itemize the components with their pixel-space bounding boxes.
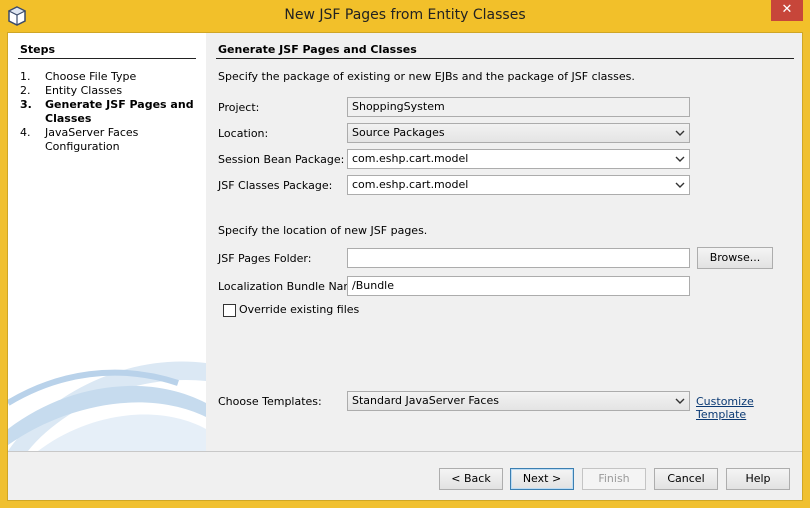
- session-bean-package-combo[interactable]: com.eshp.cart.model: [347, 149, 690, 169]
- pages-description: Specify the location of new JSF pages.: [218, 224, 428, 237]
- step-item-current: 3. Generate JSF Pages and Classes: [20, 98, 200, 126]
- chevron-down-icon: [675, 182, 685, 188]
- steps-list: 1. Choose File Type 2. Entity Classes 3.…: [20, 70, 200, 154]
- help-button[interactable]: Help: [726, 468, 790, 490]
- location-label: Location:: [218, 127, 269, 140]
- heading-divider: [216, 58, 794, 59]
- step-label: Generate JSF Pages and Classes: [45, 98, 194, 125]
- localization-bundle-label: Localization Bundle Name:: [218, 280, 365, 293]
- location-value: Source Packages: [352, 126, 445, 139]
- localization-bundle-input[interactable]: /Bundle: [347, 276, 690, 296]
- chevron-down-icon: [675, 398, 685, 404]
- steps-divider: [18, 58, 196, 59]
- override-checkbox[interactable]: [223, 304, 236, 317]
- override-label[interactable]: Override existing files: [239, 303, 359, 316]
- step-label: JavaServer Faces Configuration: [45, 126, 139, 153]
- step-label: Choose File Type: [45, 70, 137, 83]
- decorative-swirl-graphic: [8, 361, 206, 451]
- session-bean-package-label: Session Bean Package:: [218, 153, 345, 166]
- footer-divider: [8, 451, 802, 452]
- package-description: Specify the package of existing or new E…: [218, 70, 635, 83]
- chevron-down-icon: [675, 156, 685, 162]
- customize-template-link[interactable]: Customize Template: [696, 395, 802, 421]
- step-label: Entity Classes: [45, 84, 123, 97]
- title-bar[interactable]: New JSF Pages from Entity Classes ✕: [0, 0, 810, 32]
- steps-heading: Steps: [20, 43, 56, 56]
- close-icon[interactable]: ✕: [782, 2, 793, 17]
- page-heading: Generate JSF Pages and Classes: [218, 43, 417, 56]
- step-number: 1.: [20, 70, 31, 83]
- step-item: 4. JavaServer Faces Configuration: [20, 126, 200, 154]
- jsf-classes-package-value: com.eshp.cart.model: [352, 178, 469, 191]
- project-field[interactable]: ShoppingSystem: [347, 97, 690, 117]
- templates-value: Standard JavaServer Faces: [352, 394, 499, 407]
- jsf-pages-folder-label: JSF Pages Folder:: [218, 252, 312, 265]
- step-item: 2. Entity Classes: [20, 84, 200, 98]
- dialog-window: New JSF Pages from Entity Classes ✕ Step…: [0, 0, 810, 508]
- cancel-button[interactable]: Cancel: [654, 468, 718, 490]
- step-number: 3.: [20, 98, 32, 111]
- step-number: 4.: [20, 126, 31, 139]
- jsf-classes-package-label: JSF Classes Package:: [218, 179, 333, 192]
- step-number: 2.: [20, 84, 31, 97]
- steps-panel: Steps 1. Choose File Type 2. Entity Clas…: [8, 33, 206, 451]
- window-title: New JSF Pages from Entity Classes: [284, 7, 526, 23]
- next-button[interactable]: Next >: [510, 468, 574, 490]
- browse-button[interactable]: Browse...: [697, 247, 773, 269]
- finish-button[interactable]: Finish: [582, 468, 646, 490]
- step-item: 1. Choose File Type: [20, 70, 200, 84]
- session-bean-package-value: com.eshp.cart.model: [352, 152, 469, 165]
- project-label: Project:: [218, 101, 260, 114]
- back-button[interactable]: < Back: [439, 468, 503, 490]
- chevron-down-icon: [675, 130, 685, 136]
- jsf-classes-package-combo[interactable]: com.eshp.cart.model: [347, 175, 690, 195]
- main-content: Generate JSF Pages and Classes Specify t…: [206, 33, 802, 451]
- close-button[interactable]: ✕: [771, 0, 803, 21]
- templates-dropdown[interactable]: Standard JavaServer Faces: [347, 391, 690, 411]
- location-dropdown[interactable]: Source Packages: [347, 123, 690, 143]
- jsf-pages-folder-input[interactable]: [347, 248, 690, 268]
- dialog-client: Steps 1. Choose File Type 2. Entity Clas…: [7, 32, 803, 501]
- templates-label: Choose Templates:: [218, 395, 322, 408]
